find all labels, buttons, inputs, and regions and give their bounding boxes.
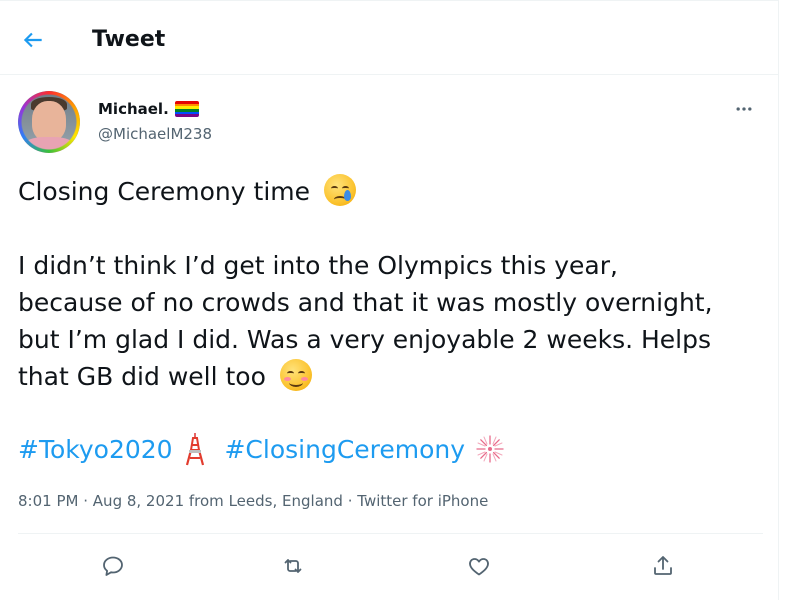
- tweet-metadata: 8:01 PM · Aug 8, 2021 from Leeds, Englan…: [18, 490, 488, 512]
- tokyo-tower-emoji: [185, 433, 204, 466]
- actions-divider: [18, 533, 763, 534]
- tweet-line-1-text: Closing Ceremony time: [18, 177, 310, 206]
- tweet-source[interactable]: Twitter for iPhone: [357, 492, 488, 510]
- hashtag-tokyo2020[interactable]: #Tokyo2020: [18, 435, 173, 464]
- author-name-row[interactable]: Michael.: [98, 99, 199, 119]
- tweet-time[interactable]: 8:01 PM: [18, 492, 78, 510]
- meta-from-label: from: [188, 492, 224, 510]
- more-options-button[interactable]: [730, 97, 758, 121]
- meta-separator-2: ·: [347, 492, 353, 510]
- avatar-rainbow-ring: [18, 91, 80, 153]
- arrow-left-icon: [23, 32, 42, 48]
- page-title: Tweet: [92, 27, 166, 52]
- share-button[interactable]: [646, 549, 680, 583]
- like-icon: [469, 558, 489, 576]
- tweet-paragraph-2-line-2: because of no crowds and that it was mos…: [18, 288, 713, 317]
- crying-face-emoji: [323, 174, 356, 206]
- avatar[interactable]: [18, 91, 80, 153]
- tweet-paragraph-2-line-1: I didn’t think I’d get into the Olympics…: [18, 251, 618, 280]
- emoji-eye-left: [330, 186, 338, 191]
- smiling-blushing-face-emoji: [279, 359, 312, 391]
- retweet-icon: [284, 559, 302, 573]
- tweet-line-1: Closing Ceremony time: [18, 173, 763, 210]
- tweet-header: Tweet: [0, 1, 779, 75]
- tweet-page: Tweet Michael. @MichaelM238 Closing Cere…: [0, 0, 779, 600]
- tweet-text: Closing Ceremony time I didn’t think I’d…: [18, 173, 763, 395]
- meta-separator: ·: [83, 492, 89, 510]
- emoji-eye-left: [286, 371, 294, 376]
- flag-stripe-purple: [174, 114, 199, 117]
- share-icon: [654, 556, 672, 575]
- emoji-tear: [343, 190, 351, 201]
- rainbow-flag-icon: [174, 101, 199, 117]
- emoji-smile: [288, 378, 303, 387]
- tweet-location[interactable]: Leeds, England: [229, 492, 343, 510]
- author-display-name[interactable]: Michael.: [98, 100, 169, 118]
- tweet-date[interactable]: Aug 8, 2021: [93, 492, 184, 510]
- like-button[interactable]: [462, 549, 496, 583]
- reply-button[interactable]: [96, 549, 130, 583]
- hashtag-closing-ceremony[interactable]: #ClosingCeremony: [224, 435, 465, 464]
- emoji-eye-right: [297, 371, 305, 376]
- reply-icon: [103, 556, 123, 576]
- retweet-button[interactable]: [276, 549, 310, 583]
- back-button[interactable]: [20, 25, 54, 59]
- tweet-paragraph-2-line-4: that GB did well too: [18, 358, 763, 395]
- tweet-paragraph-2-line-3: but I’m glad I did. Was a very enjoyable…: [18, 325, 712, 354]
- tweet-paragraph-2-line-4-text: that GB did well too: [18, 362, 266, 391]
- firework-emoji: [476, 435, 504, 463]
- author-handle[interactable]: @MichaelM238: [98, 125, 212, 143]
- hashtag-row: #Tokyo2020 #ClosingCeremony: [18, 431, 505, 468]
- more-horizontal-icon: [736, 107, 752, 111]
- tweet-actions-bar: [0, 541, 779, 591]
